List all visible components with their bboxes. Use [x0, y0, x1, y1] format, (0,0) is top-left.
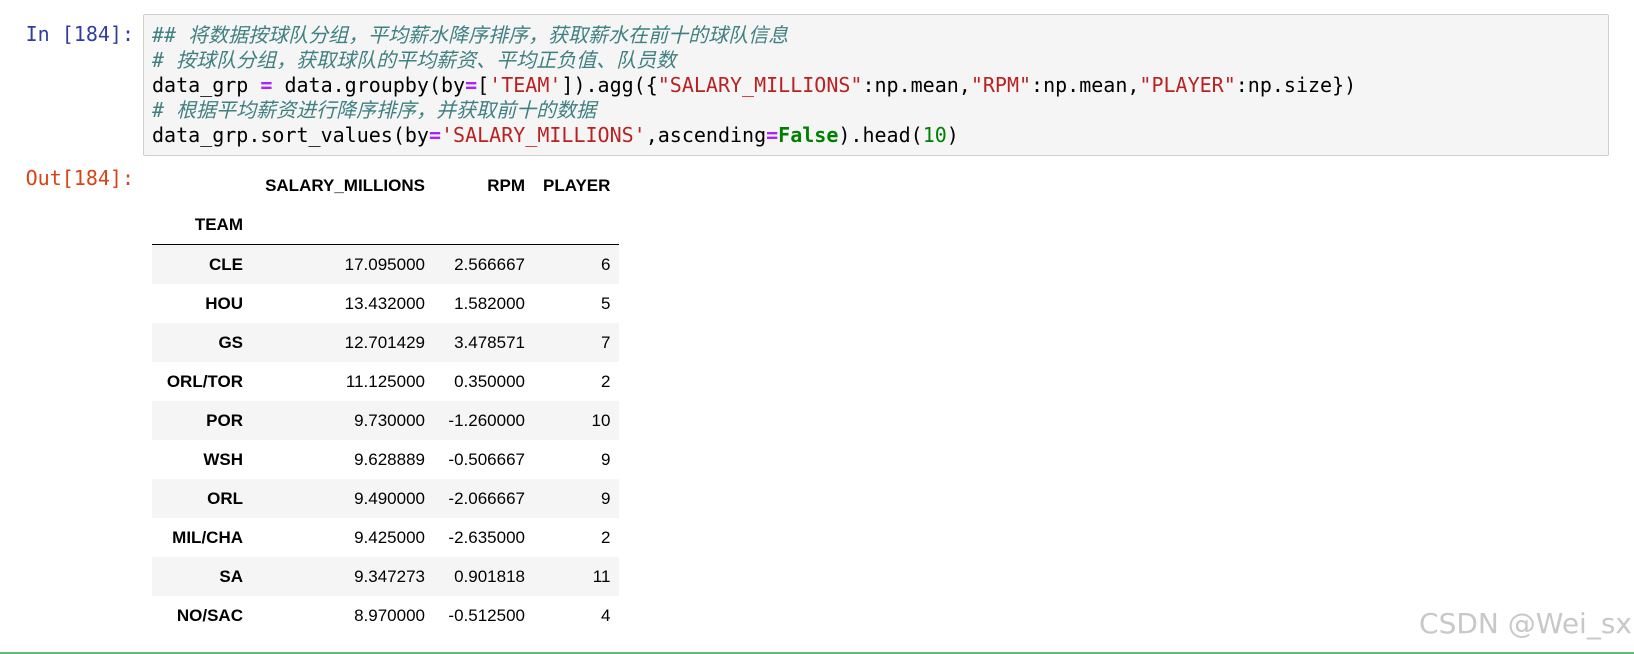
table-row: WSH 9.628889 -0.506667 9 — [152, 440, 619, 479]
player-cell: 9 — [600, 449, 611, 469]
input-prompt: In [184]: — [25, 22, 134, 46]
code-token: :np.size}) — [1235, 73, 1357, 97]
rpm-cell: 2.566667 — [454, 254, 525, 274]
code-token: data_grp.sort_values(by — [152, 123, 429, 147]
code-number: 10 — [922, 123, 947, 147]
table-row: SA 9.347273 0.901818 11 — [152, 557, 620, 596]
empty-header — [534, 205, 620, 245]
player-cell: 11 — [592, 566, 611, 586]
player-cell: 2 — [600, 527, 611, 547]
code-line-4: # 根据平均薪资进行降序排序，并获取前十的数据 — [152, 98, 1600, 123]
row-index: CLE — [209, 254, 243, 274]
rpm-cell: -2.066667 — [448, 488, 525, 508]
code-token: [ — [477, 73, 490, 97]
rpm-cell: 3.478571 — [454, 332, 525, 352]
salary-cell: 8.970000 — [354, 605, 425, 625]
column-header: RPM — [487, 175, 525, 195]
code-comment: ## 将数据按球队分组，平均薪水降序排序，获取薪水在前十的球队信息 — [152, 23, 789, 47]
salary-cell: 9.490000 — [354, 488, 425, 508]
rpm-cell: -2.635000 — [448, 527, 525, 547]
code-string: "SALARY_MILLIONS" — [657, 73, 863, 97]
table-row: ORL/TOR 11.125000 0.350000 2 — [152, 362, 619, 401]
table-row: POR 9.730000 -1.260000 10 — [152, 401, 620, 440]
code-string: 'SALARY_MILLIONS' — [441, 123, 646, 147]
empty-header — [434, 205, 534, 245]
corner-header — [152, 166, 252, 205]
player-cell: 4 — [600, 605, 611, 625]
code-token: :np.mean, — [1031, 73, 1140, 97]
rpm-cell: 0.901818 — [454, 566, 525, 586]
code-string: "PLAYER" — [1139, 73, 1236, 97]
row-index: ORL — [207, 488, 243, 508]
column-header: PLAYER — [543, 175, 611, 195]
code-operator: = — [766, 123, 779, 147]
salary-cell: 17.095000 — [344, 254, 425, 274]
code-token: ,ascending — [645, 123, 767, 147]
code-string: "RPM" — [970, 73, 1032, 97]
code-token: ]).agg({ — [561, 73, 658, 97]
row-index: POR — [206, 410, 243, 430]
code-token: :np.mean, — [862, 73, 971, 97]
player-cell: 10 — [591, 410, 611, 430]
salary-cell: 9.730000 — [354, 410, 425, 430]
output-prompt: Out[184]: — [25, 166, 134, 190]
rpm-cell: -0.506667 — [448, 449, 525, 469]
code-line-3: data_grp = data.groupby(by=['TEAM']).agg… — [152, 73, 1600, 98]
rpm-cell: -0.512500 — [448, 605, 525, 625]
row-index: MIL/CHA — [172, 527, 243, 547]
player-cell: 5 — [600, 293, 611, 313]
salary-cell: 9.628889 — [354, 449, 425, 469]
code-string: 'TEAM' — [489, 73, 562, 97]
column-header: SALARY_MILLIONS — [265, 175, 425, 195]
table-row: HOU 13.432000 1.582000 5 — [152, 284, 619, 323]
row-index: ORL/TOR — [166, 371, 243, 391]
code-token: data.groupby(by — [272, 73, 466, 97]
dataframe-table: SALARY_MILLIONS RPM PLAYER TEAM CLE 17.0… — [152, 166, 620, 635]
row-index: SA — [219, 566, 243, 586]
player-cell: 6 — [600, 254, 611, 274]
index-name-row: TEAM — [152, 205, 620, 245]
row-index: WSH — [203, 449, 243, 469]
table-row: ORL 9.490000 -2.066667 9 — [152, 479, 620, 518]
table-row: MIL/CHA 9.425000 -2.635000 2 — [152, 518, 619, 557]
watermark: CSDN @Wei_sx — [1419, 607, 1632, 640]
player-cell: 9 — [600, 488, 611, 508]
table-row: NO/SAC 8.970000 -0.512500 4 — [152, 596, 619, 635]
code-operator: = — [465, 73, 478, 97]
salary-cell: 12.701429 — [344, 332, 425, 352]
code-line-1: ## 将数据按球队分组，平均薪水降序排序，获取薪水在前十的球队信息 — [152, 23, 1600, 48]
rpm-cell: -1.260000 — [448, 410, 525, 430]
row-index: HOU — [205, 293, 243, 313]
player-cell: 2 — [600, 371, 611, 391]
row-index: GS — [218, 332, 243, 352]
rpm-cell: 1.582000 — [454, 293, 525, 313]
salary-cell: 13.432000 — [344, 293, 425, 313]
row-index: NO/SAC — [176, 605, 243, 625]
notebook-cell: In [184]: ## 将数据按球队分组，平均薪水降序排序，获取薪水在前十的球… — [0, 0, 1634, 654]
code-token: ) — [946, 123, 959, 147]
code-editor[interactable]: ## 将数据按球队分组，平均薪水降序排序，获取薪水在前十的球队信息 # 按球队分… — [143, 14, 1609, 156]
index-name-header: TEAM — [152, 205, 252, 245]
code-line-2: # 按球队分组，获取球队的平均薪资、平均正负值、队员数 — [152, 48, 1600, 73]
table-row: GS 12.701429 3.478571 7 — [152, 323, 620, 362]
code-token: ).head( — [838, 123, 923, 147]
code-operator: = — [260, 73, 273, 97]
table-row: CLE 17.095000 2.566667 6 — [152, 244, 620, 284]
empty-header — [252, 205, 434, 245]
column-header-row: SALARY_MILLIONS RPM PLAYER — [152, 166, 619, 205]
player-cell: 7 — [600, 332, 611, 352]
salary-cell: 9.425000 — [354, 527, 425, 547]
code-token: data_grp — [152, 73, 261, 97]
salary-cell: 9.347273 — [354, 566, 425, 586]
output-area: SALARY_MILLIONS RPM PLAYER TEAM CLE 17.0… — [152, 166, 620, 635]
code-keyword: False — [778, 123, 839, 147]
code-operator: = — [428, 123, 441, 147]
code-comment: # 根据平均薪资进行降序排序，并获取前十的数据 — [152, 98, 597, 122]
salary-cell: 11.125000 — [345, 371, 425, 391]
rpm-cell: 0.350000 — [454, 371, 525, 391]
code-line-5: data_grp.sort_values(by='SALARY_MILLIONS… — [152, 123, 1600, 148]
code-comment: # 按球队分组，获取球队的平均薪资、平均正负值、队员数 — [152, 48, 677, 72]
